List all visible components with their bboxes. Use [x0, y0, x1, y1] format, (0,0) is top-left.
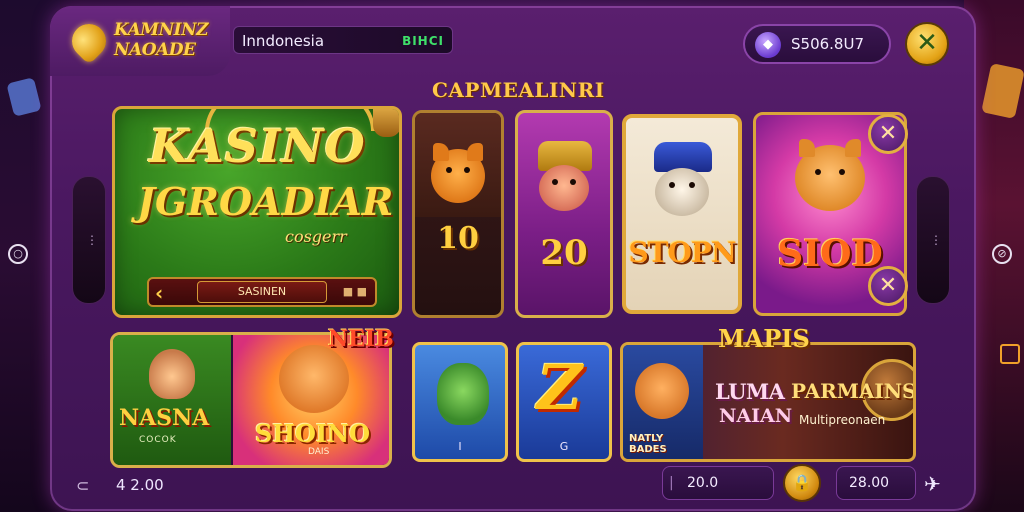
game-card-frog[interactable]: I [412, 342, 508, 462]
mascot-face-icon [539, 165, 589, 211]
logo-text: KAMNINZ NAOADE [114, 20, 209, 60]
bet-amount-value: 20.0 [687, 475, 719, 491]
game-label: I [458, 440, 462, 453]
scroll-left-handle[interactable]: ⋮ [72, 176, 106, 304]
game-subtitle: DAIS [308, 447, 330, 457]
bet-amount-field[interactable]: | 20.0 [662, 466, 774, 500]
game-card-10[interactable]: 10 [412, 110, 504, 318]
pager-dots: ■ ■ [342, 285, 367, 298]
back-icon[interactable]: ⊂ [76, 476, 89, 495]
section-title: CAPMEALINRI [432, 78, 605, 102]
lock-icon[interactable]: 🔒 [783, 464, 821, 502]
total-amount-value: 28.00 [849, 475, 890, 491]
right-edge-square-icon[interactable] [1000, 344, 1020, 364]
game-title-secondary: PARMAINS [791, 379, 916, 403]
wallet-icon: ◆ [755, 32, 781, 58]
close-icon[interactable]: ✕ [868, 114, 908, 154]
game-card-multiplayer[interactable]: NATLY BADES LUMA NAIAN PARMAINS Multipre… [620, 342, 916, 462]
lion-mascot-icon [279, 345, 349, 413]
game-badge-text: NATLY BADES [629, 433, 667, 455]
left-edge-icon[interactable]: ○ [8, 244, 28, 264]
new-badge: NEIB [328, 326, 394, 352]
game-title: NASNA [119, 405, 210, 431]
game-title-line2: NAIAN [719, 405, 793, 427]
banner-title-line2: JGROADIAR [137, 179, 394, 224]
game-card-double[interactable]: NASNA COCOK SHOINO DAIS [110, 332, 392, 468]
right-edge-icon[interactable]: ⊘ [992, 244, 1012, 264]
country-code: BIHCI [402, 34, 444, 48]
cat-mascot-icon [635, 363, 689, 419]
card-value: STOPN [628, 236, 736, 269]
close-icon[interactable]: ✕ [905, 22, 949, 66]
game-subtitle: COCOK [139, 435, 177, 445]
game-card-20[interactable]: 20 [515, 110, 613, 318]
frog-mascot-icon [437, 363, 489, 425]
logo-icon [64, 16, 114, 66]
country-selector[interactable]: Inndonesia BIHCI [233, 26, 453, 54]
lobby-panel: KAMNINZ NAOADE Inndonesia BIHCI ◆ S506.8… [50, 6, 976, 511]
game-art-nasna: NASNA COCOK [113, 335, 231, 465]
game-lobby-screen: ○ ⊘ KAMNINZ NAOADE Inndonesia BIHCI ◆ S5… [0, 0, 1024, 512]
leprechaun-icon [149, 349, 195, 399]
cat-mascot-icon [795, 139, 865, 211]
game-subtitle: Multipreonaen [799, 413, 886, 427]
total-amount-field[interactable]: 28.00 [836, 466, 916, 500]
banner-subtitle: cosgerr [285, 227, 347, 246]
game-label: G [559, 440, 569, 453]
logo-area[interactable]: KAMNINZ NAOADE [50, 6, 230, 76]
group-title: MAPIS [718, 324, 810, 353]
banner-title: KASINO [149, 119, 366, 173]
country-name: Inndonesia [242, 32, 325, 50]
tiger-mascot-icon [431, 143, 485, 203]
banner-control-bar: ‹ SASINEN ■ ■ [147, 277, 377, 307]
mascot-face-icon [655, 168, 709, 216]
field-separator: | [669, 475, 674, 491]
close-icon[interactable]: ✕ [868, 266, 908, 306]
footer-left-value: 4 2.00 [116, 476, 164, 494]
game-title: LUMA [715, 379, 785, 404]
featured-game-banner[interactable]: KASINO JGROADIAR cosgerr ‹ SASINEN ■ ■ [112, 106, 402, 318]
game-art-cat: NATLY BADES [623, 345, 703, 459]
game-title: SHOINO [255, 419, 370, 448]
game-card-stopn[interactable]: STOPN [622, 114, 742, 314]
prev-arrow-icon[interactable]: ‹ [155, 281, 163, 305]
plane-icon[interactable]: ✈ [924, 472, 941, 496]
scroll-right-handle[interactable]: ⋮ [916, 176, 950, 304]
z-logo: Z [537, 351, 583, 424]
game-card-z[interactable]: Z G [516, 342, 612, 462]
balance-value: S506.8U7 [791, 35, 864, 53]
card-value: 20 [540, 233, 588, 273]
card-value: 10 [437, 221, 479, 256]
balance-display[interactable]: ◆ S506.8U7 [743, 24, 891, 64]
cup-icon [373, 109, 399, 137]
banner-play-button[interactable]: SASINEN [197, 281, 327, 303]
